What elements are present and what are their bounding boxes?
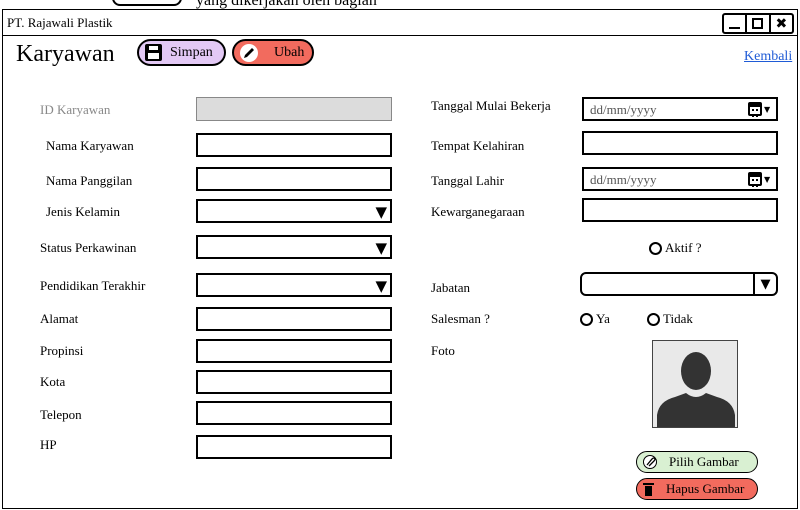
active-label: Aktif ? [665,240,702,255]
dropdown-arrow-icon: ▼ [375,203,387,221]
marital-label: Status Perkawinan [40,240,137,255]
birthdate-input[interactable]: dd/mm/yyyy ▼ [582,167,778,191]
salesman-no-label: Tidak [663,311,693,326]
birthdate-picker-button[interactable]: ▼ [748,170,774,188]
paperclip-icon [643,455,657,469]
name-label: Nama Karyawan [46,138,134,153]
radio-circle-icon [649,241,662,255]
chevron-down-icon: ▼ [764,104,771,114]
position-label: Jabatan [431,280,470,295]
title-bar: PT. Rajawali Plastik ✖ [3,10,797,36]
start-date-picker-button[interactable]: ▼ [748,100,774,118]
phone-label: Telepon [40,407,82,422]
window-controls: ✖ [722,13,794,34]
cut-pill-shape [112,0,182,6]
dropdown-arrow-icon: ▼ [375,277,387,295]
id-field [196,97,392,121]
choose-photo-label: Pilih Gambar [669,454,739,469]
back-link[interactable]: Kembali [744,49,792,65]
marital-select[interactable]: ▼ [196,235,392,259]
nickname-label: Nama Panggilan [46,173,133,188]
delete-photo-button[interactable]: Hapus Gambar [636,478,758,500]
user-silhouette-icon [657,352,735,427]
save-button[interactable]: Simpan [137,39,226,66]
edit-button[interactable]: Ubah [232,39,314,66]
photo-label: Foto [431,343,455,358]
phone-field[interactable] [196,401,392,425]
choose-photo-button[interactable]: Pilih Gambar [636,451,758,473]
nationality-label: Kewarganegaraan [431,204,525,219]
education-select[interactable]: ▼ [196,273,392,297]
start-date-input[interactable]: dd/mm/yyyy ▼ [582,97,778,121]
salesman-yes-radio[interactable]: Ya [580,311,610,327]
nationality-field[interactable] [582,198,778,222]
salesman-no-radio[interactable]: Tidak [647,311,693,327]
education-label: Pendidikan Terakhir [40,278,146,293]
province-field[interactable] [196,339,392,363]
address-label: Alamat [40,311,79,326]
birthdate-label: Tanggal Lahir [431,173,505,188]
mobile-field[interactable] [196,435,392,459]
dropdown-arrow-icon: ▼ [753,274,776,294]
city-label: Kota [40,374,66,389]
province-label: Propinsi [40,343,84,358]
calendar-icon [748,102,762,117]
birthplace-label: Tempat Kelahiran [431,138,525,153]
photo-placeholder [652,340,738,428]
close-button[interactable]: ✖ [771,15,792,32]
app-window: PT. Rajawali Plastik ✖ [2,9,798,509]
mobile-label: HP [40,437,57,452]
pencil-icon [240,43,258,62]
start-date-label: Tanggal Mulai Bekerja [431,98,551,113]
page-title: Karyawan [16,41,115,67]
maximize-button[interactable] [747,15,771,32]
radio-circle-icon [647,312,660,326]
maximize-icon [752,18,764,29]
minimize-button[interactable] [724,15,748,32]
start-date-placeholder: dd/mm/yyyy [590,102,657,117]
address-field[interactable] [196,307,392,331]
city-field[interactable] [196,370,392,394]
gender-select[interactable]: ▼ [196,199,392,223]
position-select[interactable]: ▼ [580,272,778,296]
birthdate-placeholder: dd/mm/yyyy [590,172,657,187]
salesman-label: Salesman ? [431,311,490,326]
chevron-down-icon: ▼ [764,174,771,184]
active-checkbox[interactable]: Aktif ? [649,240,701,256]
trash-icon [643,482,654,496]
minimize-icon [729,26,741,29]
gender-label: Jenis Kelamin [46,204,121,219]
birthplace-field[interactable] [582,131,778,155]
salesman-yes-label: Ya [596,311,610,326]
window-title: PT. Rajawali Plastik [7,15,113,30]
name-field[interactable] [196,133,392,157]
nickname-field[interactable] [196,167,392,191]
edit-button-label: Ubah [274,44,305,60]
save-button-label: Simpan [170,44,213,60]
close-icon: ✖ [775,15,788,32]
id-label: ID Karyawan [40,102,111,117]
calendar-icon [748,172,762,187]
save-icon [145,44,162,61]
delete-photo-label: Hapus Gambar [666,481,745,496]
radio-circle-icon [580,312,593,326]
dropdown-arrow-icon: ▼ [375,239,387,257]
